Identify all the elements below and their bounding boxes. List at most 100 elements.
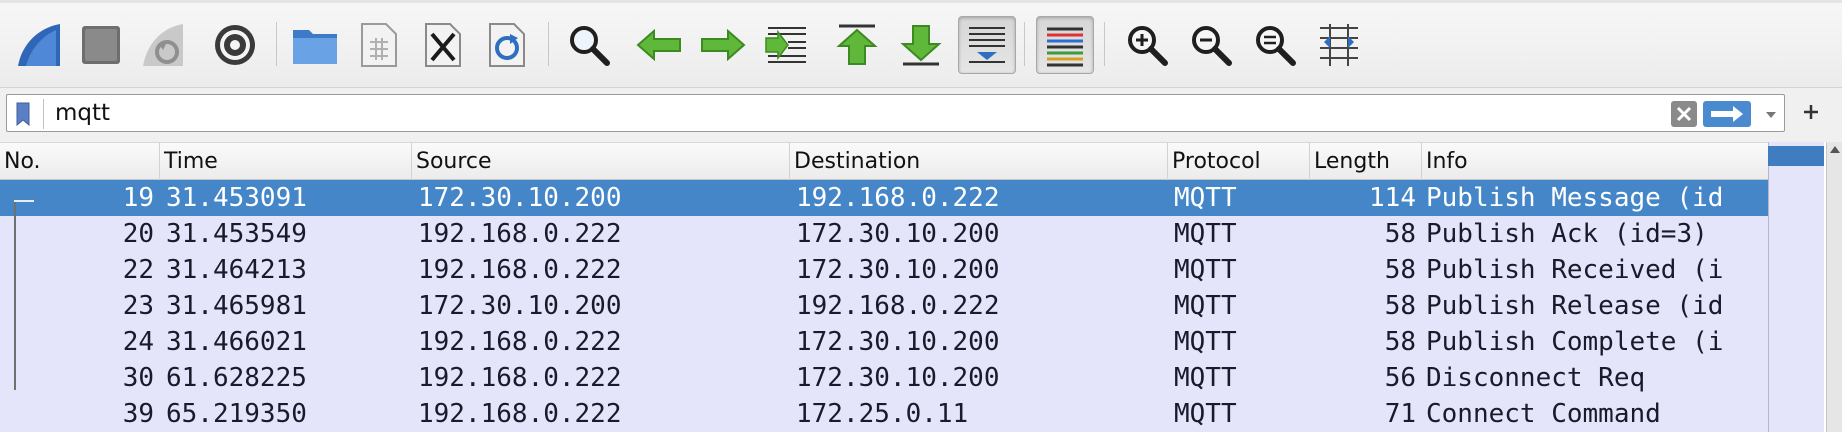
clear-x-icon bbox=[1676, 106, 1692, 122]
packet-source: 192.168.0.222 bbox=[418, 363, 622, 393]
restart-capture-button[interactable] bbox=[134, 16, 192, 74]
packet-time: 31.466021 bbox=[166, 327, 307, 357]
column-header-length[interactable]: Length bbox=[1310, 143, 1422, 180]
save-file-button[interactable] bbox=[350, 16, 408, 74]
packet-no: 24 bbox=[122, 327, 154, 357]
autoscroll-button[interactable] bbox=[958, 16, 1016, 74]
packet-no: 20 bbox=[122, 219, 154, 249]
last-packet-button[interactable] bbox=[892, 16, 950, 74]
packet-info: Connect Command bbox=[1426, 399, 1661, 429]
packet-protocol: MQTT bbox=[1174, 183, 1237, 213]
packet-no: 19 bbox=[122, 183, 154, 213]
vertical-scrollbar[interactable] bbox=[1826, 142, 1842, 432]
packet-list: No. Time Source Destination Protocol Len… bbox=[0, 142, 1842, 432]
start-capture-button[interactable] bbox=[10, 16, 68, 74]
packet-source: 172.30.10.200 bbox=[418, 183, 622, 213]
column-header-source[interactable]: Source bbox=[412, 143, 790, 180]
column-header-info[interactable]: Info bbox=[1422, 143, 1768, 180]
zoom-out-icon bbox=[1192, 26, 1232, 66]
packet-row[interactable]: 30 61.628225 192.168.0.222 172.30.10.200… bbox=[0, 360, 1768, 396]
packet-protocol: MQTT bbox=[1174, 363, 1237, 393]
capture-options-button[interactable] bbox=[206, 16, 264, 74]
packet-length: 58 bbox=[1384, 327, 1416, 357]
toolbar-separator bbox=[276, 22, 277, 66]
packet-info: Publish Message (id bbox=[1426, 183, 1724, 213]
toolbar-separator bbox=[1104, 22, 1105, 66]
apply-arrow-icon bbox=[1711, 106, 1743, 122]
close-file-button[interactable] bbox=[414, 16, 472, 74]
stop-square-icon bbox=[82, 26, 120, 64]
packet-info: Publish Release (id bbox=[1426, 291, 1724, 321]
packet-no: 30 bbox=[122, 363, 154, 393]
toolbar-separator bbox=[1024, 22, 1025, 66]
first-packet-icon bbox=[836, 24, 878, 65]
packet-time: 31.465981 bbox=[166, 291, 307, 321]
packet-row[interactable]: 23 31.465981 172.30.10.200 192.168.0.222… bbox=[0, 288, 1768, 324]
column-header-protocol[interactable]: Protocol bbox=[1168, 143, 1310, 180]
column-header-destination[interactable]: Destination bbox=[790, 143, 1168, 180]
packet-row[interactable]: 19 31.453091 172.30.10.200 192.168.0.222… bbox=[0, 180, 1768, 216]
add-filter-button[interactable] bbox=[1794, 95, 1828, 129]
packet-info: Publish Complete (i bbox=[1426, 327, 1724, 357]
packet-time: 31.464213 bbox=[166, 255, 307, 285]
restart-fin-icon bbox=[143, 24, 183, 66]
packet-row[interactable]: 24 31.466021 192.168.0.222 172.30.10.200… bbox=[0, 324, 1768, 360]
open-folder-icon bbox=[293, 30, 337, 64]
zoom-in-icon bbox=[1128, 26, 1168, 66]
last-packet-icon bbox=[900, 25, 942, 66]
packet-destination: 172.30.10.200 bbox=[796, 327, 1000, 357]
conversation-bracket-start bbox=[14, 200, 34, 202]
filter-bookmark-icon[interactable] bbox=[16, 102, 30, 126]
packet-protocol: MQTT bbox=[1174, 399, 1237, 429]
packet-info: Publish Received (i bbox=[1426, 255, 1724, 285]
packet-length: 114 bbox=[1369, 183, 1416, 213]
toolbar-top-border bbox=[0, 0, 1842, 3]
colorize-button[interactable] bbox=[1036, 16, 1094, 74]
resize-columns-button[interactable] bbox=[1310, 16, 1368, 74]
stop-capture-button[interactable] bbox=[72, 16, 130, 74]
go-forward-arrow-icon bbox=[701, 29, 746, 61]
reload-file-button[interactable] bbox=[478, 16, 536, 74]
packet-protocol: MQTT bbox=[1174, 291, 1237, 321]
packet-destination: 172.25.0.11 bbox=[796, 399, 969, 429]
scroll-up-arrow-icon[interactable] bbox=[1830, 146, 1840, 153]
column-header-time[interactable]: Time bbox=[160, 143, 412, 180]
packet-protocol: MQTT bbox=[1174, 219, 1237, 249]
toolbar-separator bbox=[548, 22, 549, 66]
conversation-bracket-line bbox=[14, 200, 16, 390]
packet-row[interactable]: 39 65.219350 192.168.0.222 172.25.0.11 M… bbox=[0, 396, 1768, 432]
packet-source: 192.168.0.222 bbox=[418, 327, 622, 357]
packet-length: 71 bbox=[1384, 399, 1416, 429]
column-header-no[interactable]: No. bbox=[0, 143, 160, 180]
filter-divider bbox=[43, 99, 44, 129]
normal-size-icon bbox=[1256, 26, 1296, 66]
apply-filter-button[interactable] bbox=[1703, 101, 1751, 127]
find-packet-button[interactable] bbox=[560, 16, 618, 74]
find-packet-magnifier-icon bbox=[570, 26, 610, 66]
go-forward-button[interactable] bbox=[694, 16, 752, 74]
clear-filter-button[interactable] bbox=[1671, 101, 1697, 127]
packet-minimap[interactable] bbox=[1768, 142, 1824, 432]
go-back-button[interactable] bbox=[630, 16, 688, 74]
zoom-in-button[interactable] bbox=[1118, 16, 1176, 74]
filter-history-dropdown[interactable] bbox=[1763, 103, 1779, 125]
normal-size-button[interactable] bbox=[1246, 16, 1304, 74]
open-file-button[interactable] bbox=[286, 16, 344, 74]
packet-row[interactable]: 22 31.464213 192.168.0.222 172.30.10.200… bbox=[0, 252, 1768, 288]
display-filter-input[interactable] bbox=[55, 99, 1655, 127]
packet-no: 39 bbox=[122, 399, 154, 429]
display-filter-box bbox=[6, 94, 1785, 132]
packet-protocol: MQTT bbox=[1174, 255, 1237, 285]
packet-row[interactable]: 20 31.453549 192.168.0.222 172.30.10.200… bbox=[0, 216, 1768, 252]
packet-time: 65.219350 bbox=[166, 399, 307, 429]
first-packet-button[interactable] bbox=[828, 16, 886, 74]
go-to-packet-button[interactable] bbox=[758, 16, 816, 74]
minimap-selected-marker bbox=[1768, 146, 1824, 166]
packet-time: 31.453549 bbox=[166, 219, 307, 249]
packet-length: 56 bbox=[1384, 363, 1416, 393]
packet-source: 192.168.0.222 bbox=[418, 399, 622, 429]
shark-fin-start-icon bbox=[18, 24, 60, 66]
close-file-icon bbox=[425, 23, 461, 67]
packet-info: Publish Ack (id=3) bbox=[1426, 219, 1708, 249]
zoom-out-button[interactable] bbox=[1182, 16, 1240, 74]
